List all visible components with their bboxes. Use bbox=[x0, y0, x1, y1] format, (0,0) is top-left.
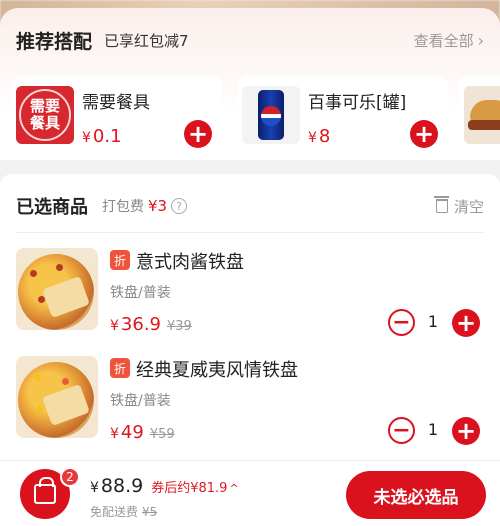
checkout-button[interactable]: 未选必选品 bbox=[346, 471, 486, 519]
cart-count-badge: 2 bbox=[60, 467, 80, 487]
shipping-info: 免配送费 ¥5 bbox=[90, 503, 157, 520]
divider bbox=[16, 232, 484, 233]
original-price: ¥59 bbox=[149, 427, 175, 442]
caret-up-icon: ^ bbox=[229, 482, 239, 495]
recommend-item-price: ¥8 bbox=[308, 126, 330, 147]
item-price: ¥ 36.9 ¥39 bbox=[110, 314, 192, 335]
item-spec: 铁盘/普装 bbox=[110, 285, 171, 301]
selected-header: 已选商品 打包费 ¥3 ? 清空 bbox=[16, 192, 484, 220]
total-value: 88.9 bbox=[100, 475, 144, 497]
price-value: 49 bbox=[120, 422, 144, 443]
recommend-card-tableware[interactable]: 需要 餐具 需要餐具 ¥0.1 + bbox=[12, 76, 222, 154]
currency-symbol: ¥ bbox=[82, 130, 91, 146]
chevron-right-icon: › bbox=[477, 30, 484, 50]
see-all-link[interactable]: 查看全部 › bbox=[414, 30, 484, 51]
recommend-card-burger[interactable] bbox=[458, 76, 500, 154]
recommend-item-price: ¥0.1 bbox=[82, 126, 122, 147]
pepsi-can-image bbox=[258, 90, 284, 140]
order-total: ¥ 88.9 券后约¥81.9 ^ bbox=[90, 475, 239, 497]
pepsi-logo-icon bbox=[261, 106, 281, 126]
item-price: ¥ 49 ¥59 bbox=[110, 422, 175, 443]
currency-symbol: ¥ bbox=[110, 426, 119, 442]
recommend-card-pepsi[interactable]: 百事可乐[罐] ¥8 + bbox=[238, 76, 448, 154]
burger-bun-shape bbox=[470, 100, 500, 122]
clear-cart-button[interactable]: 清空 bbox=[433, 196, 484, 217]
checkout-bar: 2 ¥ 88.9 券后约¥81.9 ^ 免配送费 ¥5 未选必选品 bbox=[0, 460, 500, 526]
cart-item: 折 经典夏威夷风情铁盘 铁盘/普装 ¥ 49 ¥59 − 1 + bbox=[0, 354, 500, 450]
topping-dot bbox=[56, 264, 63, 271]
item-spec: 铁盘/普装 bbox=[110, 393, 171, 409]
price-value: 8 bbox=[318, 126, 331, 147]
original-shipping-fee: ¥5 bbox=[142, 505, 158, 519]
item-name: 意式肉酱铁盘 bbox=[136, 252, 244, 273]
topping-dot bbox=[30, 270, 37, 277]
price-value: 0.1 bbox=[92, 126, 122, 147]
item-name: 经典夏威夷风情铁盘 bbox=[136, 360, 298, 381]
tableware-logo: 需要 餐具 bbox=[19, 89, 71, 141]
quantity-value: 1 bbox=[427, 312, 439, 331]
pizza-thumbnail bbox=[16, 248, 98, 330]
pizza-thumbnail bbox=[16, 356, 98, 438]
packing-fee-value: ¥3 bbox=[148, 197, 168, 215]
currency-symbol: ¥ bbox=[308, 130, 317, 146]
recommend-item-name: 百事可乐[罐] bbox=[308, 93, 407, 113]
discount-badge: 折 bbox=[110, 358, 130, 378]
free-shipping-label: 免配送费 bbox=[90, 505, 139, 519]
clear-label: 清空 bbox=[453, 197, 484, 216]
help-icon[interactable]: ? bbox=[171, 198, 188, 214]
topping-dot bbox=[34, 374, 41, 381]
decrease-quantity-button[interactable]: − bbox=[388, 417, 415, 444]
original-price: ¥39 bbox=[167, 319, 192, 334]
recommend-coupon-note: 已享红包减7 bbox=[104, 31, 189, 50]
packing-fee-label: 打包费 bbox=[102, 199, 144, 215]
selected-items-panel: 已选商品 打包费 ¥3 ? 清空 折 意式肉酱铁盘 铁盘/普装 ¥ 36.9 ¥… bbox=[0, 174, 500, 474]
tableware-logo-line1: 需要 bbox=[29, 97, 60, 115]
decrease-quantity-button[interactable]: − bbox=[388, 309, 415, 336]
tableware-thumbnail: 需要 餐具 bbox=[16, 86, 74, 144]
increase-quantity-button[interactable]: + bbox=[452, 309, 480, 337]
topping-dot bbox=[62, 378, 69, 385]
recommend-section: 推荐搭配 已享红包减7 查看全部 › 需要 餐具 需要餐具 ¥0.1 + 百事可… bbox=[0, 8, 500, 160]
add-pepsi-button[interactable]: + bbox=[410, 120, 438, 148]
topping-dot bbox=[36, 406, 43, 413]
trash-icon bbox=[433, 196, 449, 213]
see-all-label: 查看全部 bbox=[413, 31, 474, 50]
shopping-bag-icon bbox=[34, 477, 56, 504]
recommend-title: 推荐搭配 bbox=[16, 30, 93, 53]
selected-title: 已选商品 bbox=[16, 197, 88, 218]
currency-symbol: ¥ bbox=[90, 480, 99, 496]
add-tableware-button[interactable]: + bbox=[184, 120, 212, 148]
pepsi-thumbnail bbox=[242, 86, 300, 144]
recommend-header: 推荐搭配 已享红包减7 查看全部 › bbox=[16, 26, 484, 54]
topping-dot bbox=[38, 296, 45, 303]
discount-badge: 折 bbox=[110, 250, 130, 270]
increase-quantity-button[interactable]: + bbox=[452, 417, 480, 445]
price-after-coupon-toggle[interactable]: 券后约¥81.9 ^ bbox=[151, 477, 238, 496]
recommend-item-name: 需要餐具 bbox=[82, 93, 150, 113]
quantity-value: 1 bbox=[427, 420, 439, 439]
currency-symbol: ¥ bbox=[110, 318, 119, 334]
price-after-coupon: 券后约¥81.9 bbox=[151, 481, 228, 496]
burger-patty-shape bbox=[468, 120, 500, 130]
burger-thumbnail bbox=[464, 86, 500, 144]
cart-item: 折 意式肉酱铁盘 铁盘/普装 ¥ 36.9 ¥39 − 1 + bbox=[0, 246, 500, 342]
price-value: 36.9 bbox=[120, 314, 161, 335]
tableware-logo-line2: 餐具 bbox=[29, 114, 60, 132]
